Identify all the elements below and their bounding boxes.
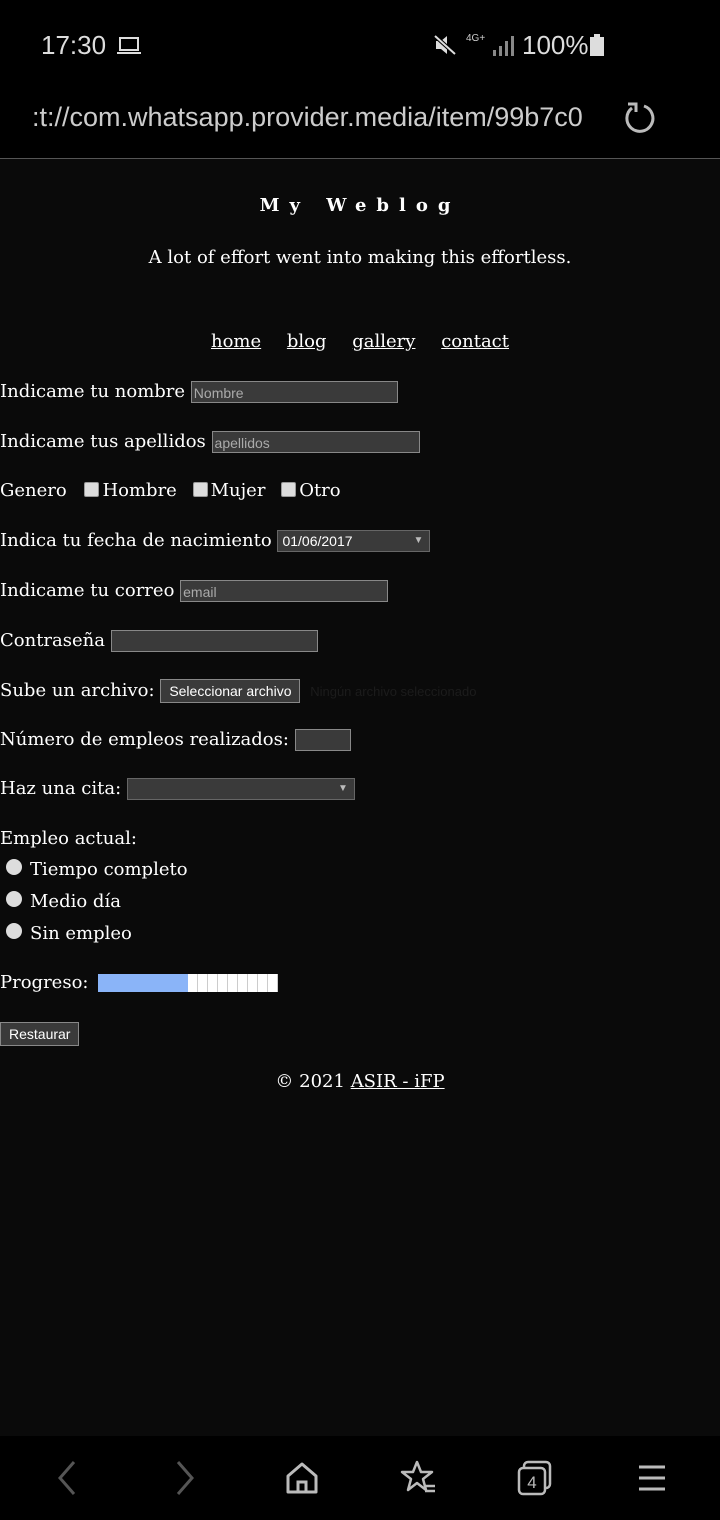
fecha-value: 01/06/2017 [282,533,353,549]
nav-blog[interactable]: blog [287,331,327,352]
status-time: 17:30 [41,30,107,60]
correo-row: Indicame tu correo email [0,580,389,602]
apellidos-label: Indicame tus apellidos [0,431,206,452]
apellidos-input[interactable]: apellidos [211,431,420,453]
nombre-label: Indicame tu nombre [0,381,186,402]
radio-label: Sin empleo [30,923,132,944]
genero-label: Genero [0,480,67,501]
reset-button[interactable]: Restaurar [0,1022,80,1046]
empleos-number-input[interactable] [294,729,351,751]
chevron-down-icon: ▼ [337,783,348,794]
bookmarks-icon[interactable] [399,1458,439,1502]
radio-medio-dia[interactable] [6,891,22,907]
progress-remaining [188,974,279,992]
fecha-select[interactable]: 01/06/2017 ▼ [277,530,431,552]
genero-row: Genero Hombre Mujer Otro [0,480,341,501]
radio-row: Sin empleo [0,923,132,945]
file-select-button[interactable]: Seleccionar archivo [160,679,301,703]
laptop-icon [117,36,141,61]
chevron-down-icon: ▼ [413,535,424,546]
file-status: Ningún archivo seleccionado [310,684,477,699]
forward-icon[interactable] [170,1458,200,1502]
archivo-label: Sube un archivo: [0,680,155,701]
reset-row: Restaurar [0,1022,80,1046]
cita-label: Haz una cita: [0,778,122,799]
cita-select[interactable]: ▼ [126,778,355,800]
battery-percent: 100% [522,30,589,60]
site-title: My Weblog [259,195,461,216]
status-bar: 17:30 4G+ 100% [0,0,720,90]
tabs-icon[interactable]: 4 [516,1458,556,1502]
nombre-row: Indicame tu nombre Nombre [0,381,398,403]
genero-option-label: Otro [299,480,341,501]
radio-row: Tiempo completo [0,859,188,881]
apellidos-row: Indicame tus apellidos apellidos [0,431,420,453]
site-tagline: A lot of effort went into making this ef… [148,247,572,268]
password-label: Contraseña [0,630,105,651]
fecha-row: Indica tu fecha de nacimiento 01/06/2017… [0,530,431,552]
home-icon[interactable] [284,1458,320,1502]
checkbox-otro[interactable] [281,481,297,497]
checkbox-mujer[interactable] [192,481,208,497]
mute-icon [433,34,457,61]
genero-option-label: Mujer [210,480,266,501]
archivo-row: Sube un archivo: Seleccionar archivo Nin… [0,679,476,703]
url-text[interactable]: :t://com.whatsapp.provider.media/item/99… [32,102,588,133]
empleos-row: Número de empleos realizados: [0,729,351,751]
reload-icon[interactable] [622,100,658,141]
fecha-label: Indica tu fecha de nacimiento [0,530,272,551]
progress-fill [98,974,189,992]
nav-menu: home blog gallery contact [0,331,720,352]
footer: © 2021 ASIR - iFP [0,1071,720,1092]
browser-bottom-bar: 4 [0,1436,720,1520]
tab-count: 4 [527,1473,536,1492]
nav-gallery[interactable]: gallery [352,331,415,352]
radio-sin-empleo[interactable] [6,923,22,939]
footer-link[interactable]: ASIR - iFP [351,1071,445,1092]
progreso-row: Progreso: [0,972,279,993]
radio-row: Medio día [0,891,121,913]
email-input[interactable]: email [180,580,389,602]
cita-row: Haz una cita: ▼ [0,778,355,800]
radio-tiempo-completo[interactable] [6,859,22,875]
genero-option-label: Hombre [102,480,177,501]
back-icon[interactable] [52,1458,82,1502]
empleo-actual-label: Empleo actual: [0,828,137,849]
progreso-label: Progreso: [0,972,89,993]
nav-contact[interactable]: contact [441,331,509,352]
nombre-input[interactable]: Nombre [190,381,398,403]
battery-icon [590,34,604,61]
empleos-label: Número de empleos realizados: [0,729,289,750]
signal-icon [493,36,515,61]
checkbox-hombre[interactable] [84,481,100,497]
url-bar[interactable]: :t://com.whatsapp.provider.media/item/99… [0,90,720,159]
password-input[interactable] [110,630,318,652]
radio-label: Tiempo completo [30,859,188,880]
footer-copyright: © 2021 [275,1071,345,1092]
correo-label: Indicame tu correo [0,580,175,601]
progress-bar [98,974,279,992]
network-type: 4G+ [466,33,486,44]
nav-home[interactable]: home [211,331,261,352]
password-row: Contraseña [0,630,318,652]
radio-label: Medio día [30,891,121,912]
menu-icon[interactable] [636,1458,668,1502]
